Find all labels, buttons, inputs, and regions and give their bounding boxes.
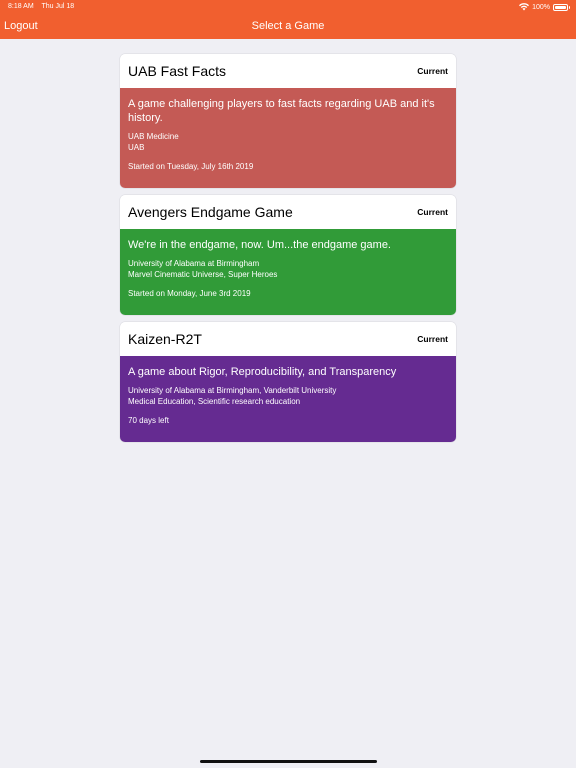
battery-percent: 100% [532, 3, 550, 11]
game-card-body: A game about Rigor, Reproducibility, and… [120, 356, 456, 442]
current-badge: Current [417, 66, 448, 76]
game-card-header: Kaizen-R2T Current [120, 322, 456, 356]
game-card-body: A game challenging players to fast facts… [120, 88, 456, 188]
status-date: Thu Jul 18 [41, 3, 75, 10]
battery-icon [553, 3, 570, 11]
game-organizations: UAB Medicine [128, 132, 179, 141]
status-bar-left: 8:18 AM Thu Jul 18 [8, 3, 80, 10]
game-description: We're in the endgame, now. Um...the endg… [128, 239, 391, 251]
game-topics: Marvel Cinematic Universe, Super Heroes [128, 270, 278, 279]
status-bar-right: 100% [519, 3, 570, 11]
current-badge: Current [417, 334, 448, 344]
game-list: UAB Fast Facts Current A game challengin… [120, 54, 456, 449]
game-card-body: We're in the endgame, now. Um...the endg… [120, 229, 456, 315]
game-title: UAB Fast Facts [128, 63, 227, 79]
game-card-uab-fast-facts[interactable]: UAB Fast Facts Current A game challengin… [120, 54, 456, 188]
game-card-avengers-endgame[interactable]: Avengers Endgame Game Current We're in t… [120, 195, 456, 315]
game-topics: UAB [128, 143, 145, 152]
status-time: 8:18 AM [8, 3, 34, 10]
navigation-bar: 8:18 AM Thu Jul 18 100% Logout Select a … [0, 0, 576, 39]
game-card-header: UAB Fast Facts Current [120, 54, 456, 88]
game-topics: Medical Education, Scientific research e… [128, 397, 301, 406]
game-description: A game challenging players to fast facts… [128, 98, 435, 124]
current-badge: Current [417, 207, 448, 217]
game-title: Avengers Endgame Game [128, 204, 293, 220]
page-title: Select a Game [251, 20, 325, 32]
game-organizations: University of Alabama at Birmingham [128, 259, 260, 268]
game-description: A game about Rigor, Reproducibility, and… [128, 366, 397, 378]
game-date: 70 days left [128, 416, 169, 425]
game-date: Started on Monday, June 3rd 2019 [128, 289, 251, 298]
game-date: Started on Tuesday, July 16th 2019 [128, 162, 254, 171]
game-card-kaizen-r2t[interactable]: Kaizen-R2T Current A game about Rigor, R… [120, 322, 456, 442]
home-indicator[interactable] [200, 760, 377, 763]
game-card-header: Avengers Endgame Game Current [120, 195, 456, 229]
wifi-icon [519, 3, 530, 11]
game-title: Kaizen-R2T [128, 331, 202, 347]
game-organizations: University of Alabama at Birmingham, Van… [128, 386, 337, 395]
